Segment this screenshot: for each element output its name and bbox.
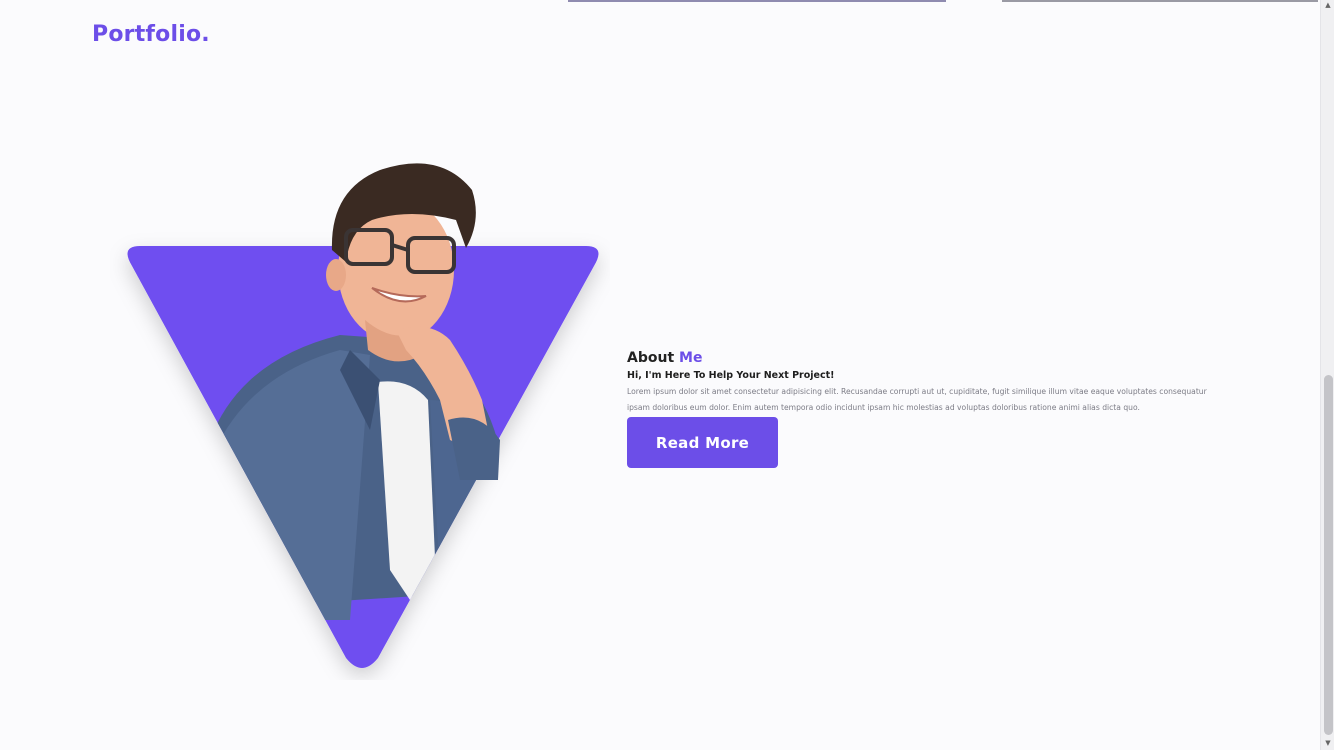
logo[interactable]: Portfolio. — [92, 22, 210, 47]
scroll-down-arrow-icon[interactable]: ▼ — [1321, 738, 1334, 748]
about-section: About Me Hi, I'm Here To Help Your Next … — [627, 348, 1227, 468]
about-title-accent: Me — [679, 350, 703, 366]
scroll-up-arrow-icon[interactable]: ▲ — [1321, 0, 1334, 10]
about-subtitle: Hi, I'm Here To Help Your Next Project! — [627, 370, 835, 381]
about-title: About Me — [627, 348, 1227, 368]
about-body-text: Lorem ipsum dolor sit amet consectetur a… — [627, 387, 1207, 412]
scroll-thumb[interactable] — [1324, 375, 1333, 735]
previous-section-image-edge — [1002, 0, 1318, 2]
read-more-button[interactable]: Read More — [627, 417, 778, 468]
vertical-scrollbar[interactable]: ▲ ▼ — [1320, 0, 1334, 750]
person-photo-icon — [127, 163, 599, 668]
page: Portfolio. About Me Hi, I'm Here To Help… — [0, 0, 1334, 750]
previous-section-image-edge — [568, 0, 946, 2]
hero-image — [110, 150, 610, 680]
about-title-prefix: About — [627, 350, 680, 366]
